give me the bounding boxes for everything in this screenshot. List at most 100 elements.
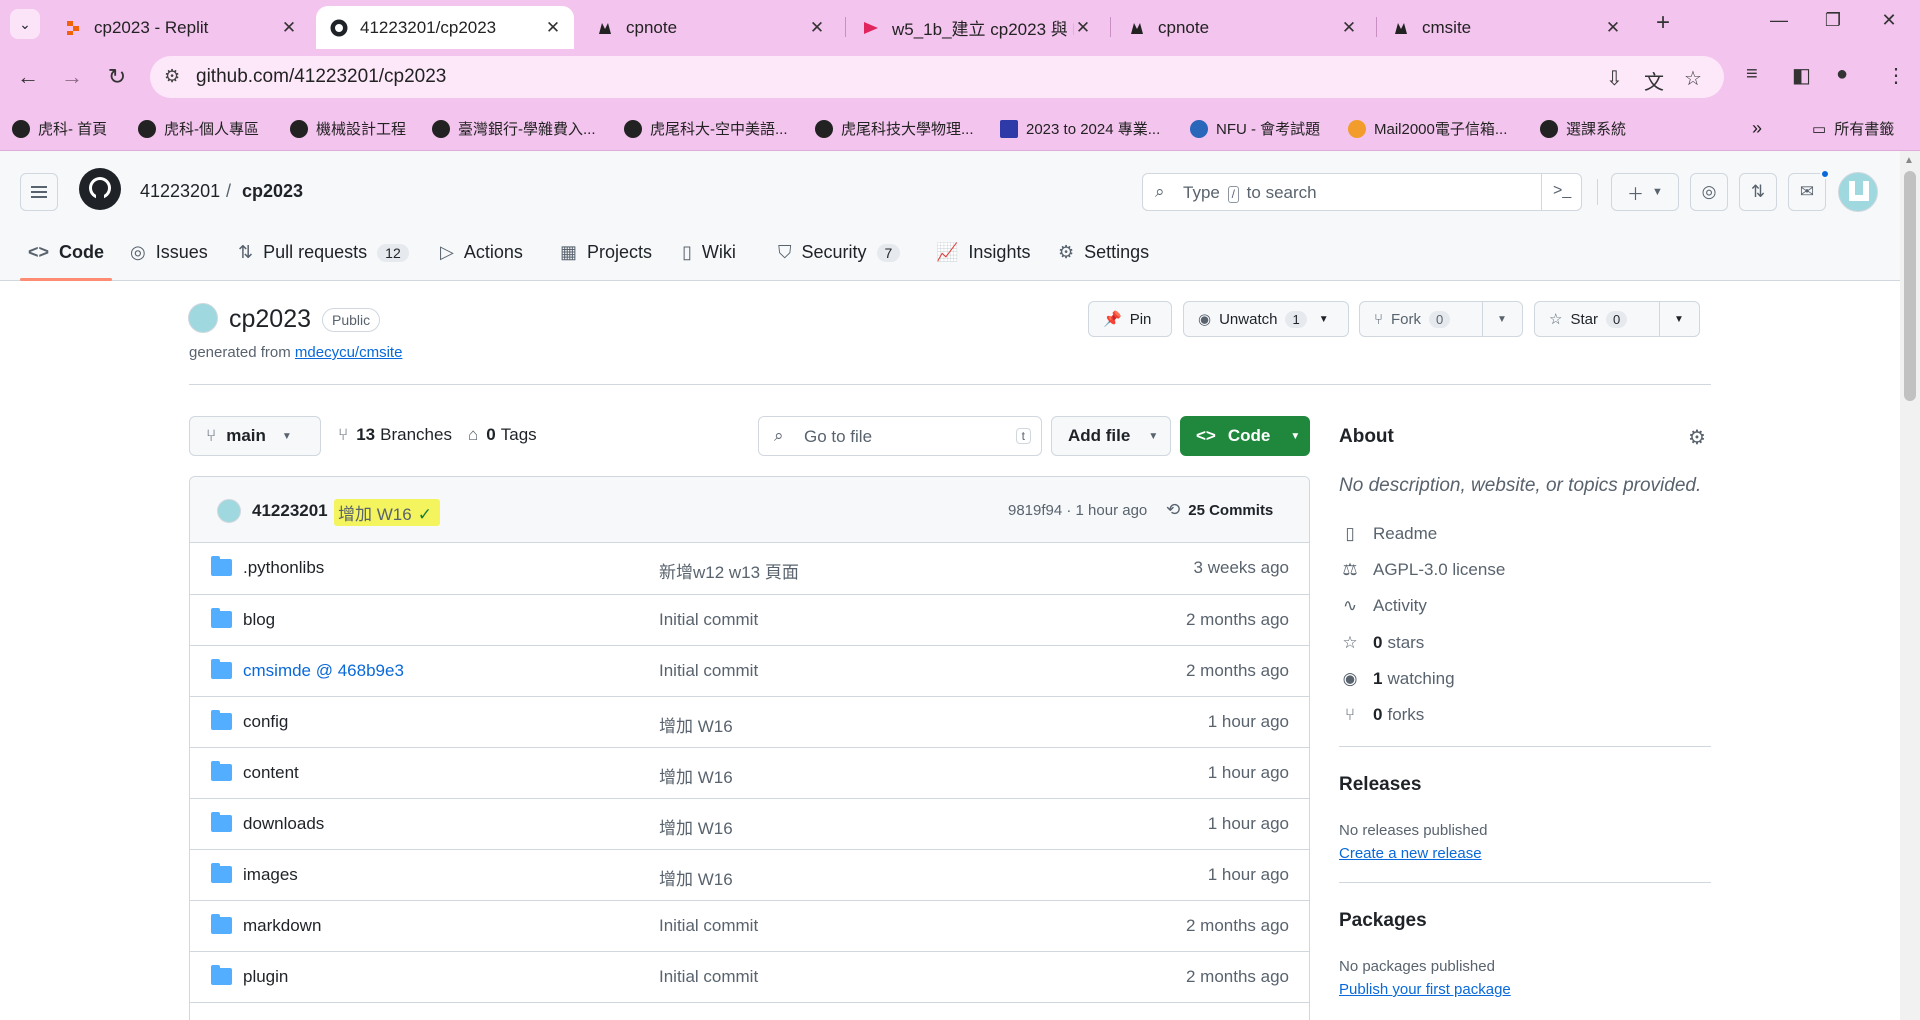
bookmark-item[interactable]: 臺灣銀行-學雜費入...	[432, 118, 596, 139]
file-commit-message[interactable]: 增加 W16	[659, 712, 733, 737]
fork-dropdown[interactable]: ▼	[1482, 302, 1521, 336]
watchers-link[interactable]: ◉ 1 watching	[1339, 669, 1455, 689]
tab-search-button[interactable]: ⌄	[10, 9, 40, 39]
pull-requests-button[interactable]: ⇅	[1739, 173, 1777, 211]
file-name[interactable]: cmsimde @ 468b9e3	[243, 661, 404, 681]
notifications-button[interactable]: ✉	[1788, 173, 1826, 211]
create-release-link[interactable]: Create a new release	[1339, 845, 1482, 862]
tab-issues[interactable]: ◎ Issues	[130, 242, 208, 263]
file-name[interactable]: plugin	[243, 967, 288, 987]
minimize-icon[interactable]: —	[1764, 10, 1794, 31]
commit-message[interactable]: 增加 W16 ✓	[334, 499, 440, 526]
file-commit-message[interactable]: 增加 W16	[659, 814, 733, 839]
file-name[interactable]: config	[243, 712, 288, 732]
all-bookmarks-button[interactable]: ▭ 所有書籤	[1812, 118, 1894, 139]
table-row[interactable]: cmsimde @ 468b9e3 Initial commit 2 month…	[190, 645, 1309, 696]
file-commit-message[interactable]: Initial commit	[659, 916, 758, 936]
table-row[interactable]: images 增加 W16 1 hour ago	[190, 849, 1309, 900]
file-commit-message[interactable]: 增加 W16	[659, 865, 733, 890]
file-commit-message[interactable]: Initial commit	[659, 967, 758, 987]
bookmark-star-icon[interactable]: ☆	[1684, 66, 1702, 91]
github-logo-icon[interactable]	[79, 168, 121, 210]
browser-tab-replit[interactable]: cp2023 - Replit ✕	[50, 6, 310, 49]
repo-owner-avatar[interactable]	[188, 303, 218, 333]
file-name[interactable]: images	[243, 865, 298, 885]
breadcrumb-owner[interactable]: 41223201	[140, 181, 220, 202]
table-row[interactable]: markdown Initial commit 2 months ago	[190, 900, 1309, 951]
browser-tab-github[interactable]: 41223201/cp2023 ✕	[316, 6, 574, 49]
repo-title[interactable]: cp2023	[229, 305, 311, 334]
branch-select[interactable]: ⑂ main ▼	[189, 416, 321, 456]
back-icon[interactable]: ←	[14, 63, 42, 91]
profile-icon[interactable]: ●	[1836, 63, 1848, 86]
bookmark-item[interactable]: 2023 to 2024 專業...	[1000, 118, 1160, 139]
more-bookmarks-icon[interactable]: »	[1752, 118, 1762, 139]
bookmark-item[interactable]: 機械設計工程	[290, 118, 406, 139]
go-to-file-input[interactable]: ⌕ Go to file t	[758, 416, 1042, 456]
code-button[interactable]: <> Code ▼	[1180, 416, 1310, 456]
fork-button[interactable]: ⑂ Fork 0 ▼	[1359, 301, 1523, 337]
breadcrumb-repo[interactable]: cp2023	[242, 181, 303, 202]
tab-projects[interactable]: ▦ Projects	[560, 242, 652, 263]
table-row[interactable]: blog Initial commit 2 months ago	[190, 594, 1309, 645]
star-dropdown[interactable]: ▼	[1659, 302, 1698, 336]
file-name[interactable]: markdown	[243, 916, 321, 936]
table-row[interactable]: .pythonlibs 新增w12 w13 頁面 3 weeks ago	[190, 543, 1309, 594]
file-commit-message[interactable]: 新增w12 w13 頁面	[659, 558, 799, 583]
table-row[interactable]: plugin Initial commit 2 months ago	[190, 951, 1309, 1002]
forks-link[interactable]: ⑂ 0 forks	[1339, 705, 1424, 725]
close-icon[interactable]: ✕	[808, 18, 826, 38]
stars-link[interactable]: ☆ 0 stars	[1339, 633, 1424, 653]
bookmark-item[interactable]: 虎尾科大-空中美語...	[624, 118, 788, 139]
address-bar[interactable]: ⚙ github.com/41223201/cp2023 ⇩ 文 ☆	[150, 56, 1724, 98]
table-row[interactable]	[190, 1002, 1309, 1020]
commits-link[interactable]: ⟲ 25 Commits	[1166, 500, 1273, 520]
tab-settings[interactable]: ⚙ Settings	[1058, 242, 1149, 263]
browser-tab-cmsite[interactable]: cmsite ✕	[1378, 6, 1634, 49]
bookmark-item[interactable]: Mail2000電子信箱...	[1348, 118, 1507, 139]
install-app-icon[interactable]: ⇩	[1606, 66, 1623, 91]
bookmark-item[interactable]: 虎尾科技大學物理...	[815, 118, 974, 139]
commit-author-avatar[interactable]	[217, 499, 241, 523]
bookmark-item[interactable]: 選課系統	[1540, 118, 1626, 139]
scrollbar-thumb[interactable]	[1904, 171, 1916, 401]
table-row[interactable]: config 增加 W16 1 hour ago	[190, 696, 1309, 747]
reload-icon[interactable]: ↻	[103, 63, 131, 91]
tab-code[interactable]: <> Code	[28, 242, 104, 263]
add-file-button[interactable]: Add file ▼	[1051, 416, 1171, 456]
close-icon[interactable]: ✕	[1074, 18, 1092, 38]
close-icon[interactable]: ✕	[1604, 18, 1622, 38]
file-name[interactable]: content	[243, 763, 299, 783]
star-button[interactable]: ☆ Star 0 ▼	[1534, 301, 1700, 337]
restore-icon[interactable]: ❐	[1818, 10, 1848, 31]
user-avatar[interactable]	[1838, 172, 1878, 212]
menu-kebab-icon[interactable]: ⋮	[1886, 63, 1906, 88]
translate-icon[interactable]: 文	[1644, 66, 1664, 95]
url-text[interactable]: github.com/41223201/cp2023	[196, 66, 446, 88]
global-search-input[interactable]: ⌕ Type / to search >_	[1142, 173, 1582, 211]
menu-button[interactable]	[20, 173, 58, 211]
tags-link[interactable]: ⌂ 0 Tags	[468, 425, 537, 445]
file-name[interactable]: downloads	[243, 814, 324, 834]
activity-link[interactable]: ∿ Activity	[1339, 596, 1427, 616]
bookmark-item[interactable]: 虎科-個人專區	[138, 118, 259, 139]
browser-tab-cpnote-2[interactable]: cpnote ✕	[1114, 6, 1370, 49]
new-tab-button[interactable]: +	[1650, 11, 1676, 37]
releases-heading[interactable]: Releases	[1339, 774, 1421, 796]
file-name[interactable]: .pythonlibs	[243, 558, 324, 578]
page-scrollbar[interactable]: ▲	[1900, 151, 1920, 1020]
browser-tab-youtube[interactable]: w5_1b_建立 cp2023 與 Re ✕	[848, 6, 1104, 49]
tab-wiki[interactable]: ▯ Wiki	[682, 242, 736, 263]
browser-tab-cpnote[interactable]: cpnote ✕	[582, 6, 838, 49]
publish-package-link[interactable]: Publish your first package	[1339, 981, 1511, 998]
license-link[interactable]: ⚖ AGPL-3.0 license	[1339, 560, 1505, 580]
commit-hash-time[interactable]: 9819f94 · 1 hour ago	[1008, 502, 1147, 519]
gear-icon[interactable]: ⚙	[1688, 425, 1706, 450]
tab-security[interactable]: ⛉ Security 7	[778, 242, 901, 263]
close-icon[interactable]: ✕	[1340, 18, 1358, 38]
branches-link[interactable]: ⑂ 13 Branches	[338, 425, 452, 445]
scroll-up-icon[interactable]: ▲	[1904, 155, 1914, 166]
commit-author[interactable]: 41223201	[252, 501, 328, 521]
media-control-icon[interactable]: ≡	[1746, 63, 1758, 86]
bookmark-item[interactable]: NFU - 會考試題	[1190, 118, 1320, 139]
